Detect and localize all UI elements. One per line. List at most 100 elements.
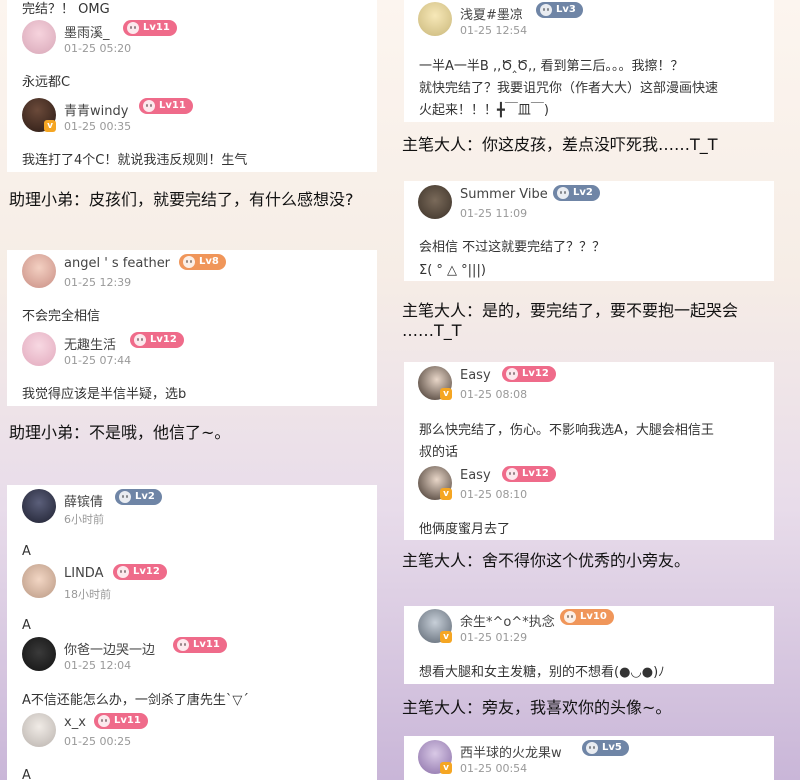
comment-text: 不会完全相信	[22, 309, 101, 324]
reply-caption: 助理小弟：皮孩们，就要完结了，有什么感想没?	[9, 190, 354, 209]
reply-caption: 主笔大人：舍不得你这个优秀的小旁友。	[402, 551, 691, 570]
level-icon	[506, 468, 518, 480]
comment-card: angel ' s feather Lv8 01-25 12:39 不会完全相信…	[7, 250, 377, 406]
comment-text: 叔的话	[419, 445, 459, 460]
avatar[interactable]	[22, 564, 56, 598]
comment-item: 你爸一边哭一边 Lv11 01-25 12:04	[22, 637, 377, 697]
level-icon	[557, 187, 569, 199]
avatar[interactable]	[22, 489, 56, 523]
comment-time: 01-25 12:54	[460, 24, 528, 37]
verified-icon: v	[440, 762, 452, 774]
username[interactable]: 青青windy	[64, 100, 128, 119]
avatar[interactable]	[22, 713, 56, 747]
verified-icon: v	[440, 631, 452, 643]
comment-time: 01-25 07:44	[64, 354, 132, 367]
username[interactable]: LINDA	[64, 566, 103, 581]
comment-item: angel ' s feather Lv8 01-25 12:39	[22, 254, 377, 314]
username[interactable]: 墨雨溪_	[64, 22, 110, 41]
comment-time: 01-25 11:09	[460, 207, 528, 220]
level-badge: Lv5	[582, 740, 629, 756]
avatar[interactable]	[418, 2, 452, 36]
level-icon	[98, 715, 110, 727]
level-badge: Lv11	[94, 713, 148, 729]
username[interactable]: Summer Vibe	[460, 187, 548, 202]
username[interactable]: 薛镔倩	[64, 491, 103, 510]
comment-card: v 余生*^o^*执念 Lv10 01-25 01:29 想看大腿和女主发糖，别…	[404, 606, 774, 684]
comment-time: 01-25 08:10	[460, 488, 528, 501]
username[interactable]: 浅夏#墨凉	[460, 4, 523, 23]
level-badge: Lv10	[560, 609, 614, 625]
comment-item: x_x Lv11 01-25 00:25	[22, 713, 377, 773]
level-icon	[564, 611, 576, 623]
comment-text: 火起来！！！╋￣皿￣)	[419, 103, 549, 118]
username[interactable]: 无趣生活	[64, 334, 116, 353]
comment-text: 就快完结了？我要诅咒你（作者大大）这部漫画快速	[419, 81, 719, 96]
avatar[interactable]	[22, 254, 56, 288]
comment-text: 会相信 不过这就要完结了？？？	[419, 240, 606, 255]
comment-card: v 西半球的火龙果w Lv5 01-25 00:54	[404, 736, 774, 780]
level-badge: Lv12	[130, 332, 184, 348]
level-badge: Lv11	[139, 98, 193, 114]
avatar[interactable]	[22, 20, 56, 54]
level-badge: Lv11	[123, 20, 177, 36]
username[interactable]: angel ' s feather	[64, 256, 170, 271]
level-badge: Lv12	[113, 564, 167, 580]
level-badge: Lv12	[502, 366, 556, 382]
avatar[interactable]	[22, 637, 56, 671]
level-icon	[134, 334, 146, 346]
comment-time: 01-25 05:20	[64, 42, 132, 55]
reply-caption: 主笔大人：你这皮孩，差点没吓死我……T_T	[402, 135, 718, 154]
comment-text: 想看大腿和女主发糖，别的不想看(●◡●)ﾉ	[419, 665, 665, 680]
comment-time: 01-25 08:08	[460, 388, 528, 401]
username[interactable]: 西半球的火龙果w	[460, 742, 562, 761]
level-badge: Lv2	[115, 489, 162, 505]
comment-text: 他俩度蜜月去了	[419, 522, 511, 537]
comment-card: v Easy Lv12 01-25 08:08 那么快完结了，伤心。不影响我选A…	[404, 362, 774, 540]
level-icon	[177, 639, 189, 651]
comment-text: 那么快完结了，伤心。不影响我选A，大腿会相信王	[419, 423, 714, 438]
comment-time: 01-25 12:39	[64, 276, 132, 289]
level-icon	[183, 256, 195, 268]
comment-card: 完结？！ OMG 墨雨溪_ Lv11 01-25 05:20 永远都C v 青青…	[7, 0, 377, 172]
verified-icon: v	[440, 388, 452, 400]
username[interactable]: x_x	[64, 715, 86, 730]
username[interactable]: 余生*^o^*执念	[460, 611, 555, 630]
reply-caption: 主笔大人：旁友，我喜欢你的头像~。	[402, 698, 672, 717]
verified-icon: v	[44, 120, 56, 132]
comment-item: v Easy Lv12 01-25 08:08	[418, 366, 774, 426]
comment-item: LINDA Lv12 18小时前	[22, 564, 377, 624]
comment-text: 我连打了4个C！就说我违反规则！生气	[22, 153, 248, 168]
level-icon	[143, 100, 155, 112]
comment-item: 浅夏#墨凉 Lv3 01-25 12:54	[418, 2, 774, 62]
comment-item: v 青青windy Lv11 01-25 00:35	[22, 98, 377, 158]
level-badge: Lv8	[179, 254, 226, 270]
username[interactable]: Easy	[460, 368, 491, 383]
comment-time: 01-25 01:29	[460, 631, 528, 644]
comment-text: A	[22, 768, 31, 780]
username[interactable]: Easy	[460, 468, 491, 483]
avatar[interactable]	[22, 332, 56, 366]
comment-time: 6小时前	[64, 513, 104, 526]
comment-time: 01-25 00:25	[64, 735, 132, 748]
level-badge: Lv2	[553, 185, 600, 201]
level-badge: Lv11	[173, 637, 227, 653]
level-icon	[119, 491, 131, 503]
comment-item: 墨雨溪_ Lv11 01-25 05:20	[22, 20, 377, 80]
level-icon	[127, 22, 139, 34]
level-icon	[506, 368, 518, 380]
comment-item: 薛镔倩 Lv2 6小时前	[22, 489, 377, 549]
comment-item: 无趣生活 Lv12 01-25 07:44	[22, 332, 377, 392]
comment-item: v 余生*^o^*执念 Lv10 01-25 01:29	[418, 609, 774, 669]
avatar[interactable]	[418, 185, 452, 219]
comment-time: 01-25 12:04	[64, 659, 132, 672]
comment-time: 18小时前	[64, 588, 111, 601]
comment-card: 薛镔倩 Lv2 6小时前 A LINDA Lv12 18小时前 A 你爸一边哭一…	[7, 485, 377, 780]
comment-text: 我觉得应该是半信半疑，选b	[22, 387, 187, 402]
verified-icon: v	[440, 488, 452, 500]
comment-time: 01-25 00:35	[64, 120, 132, 133]
username[interactable]: 你爸一边哭一边	[64, 639, 155, 658]
comment-item: Summer Vibe Lv2 01-25 11:09	[418, 185, 774, 245]
comment-text: 完结？！ OMG	[22, 2, 110, 17]
comment-text: A	[22, 618, 31, 633]
comment-card: Summer Vibe Lv2 01-25 11:09 会相信 不过这就要完结了…	[404, 181, 774, 281]
